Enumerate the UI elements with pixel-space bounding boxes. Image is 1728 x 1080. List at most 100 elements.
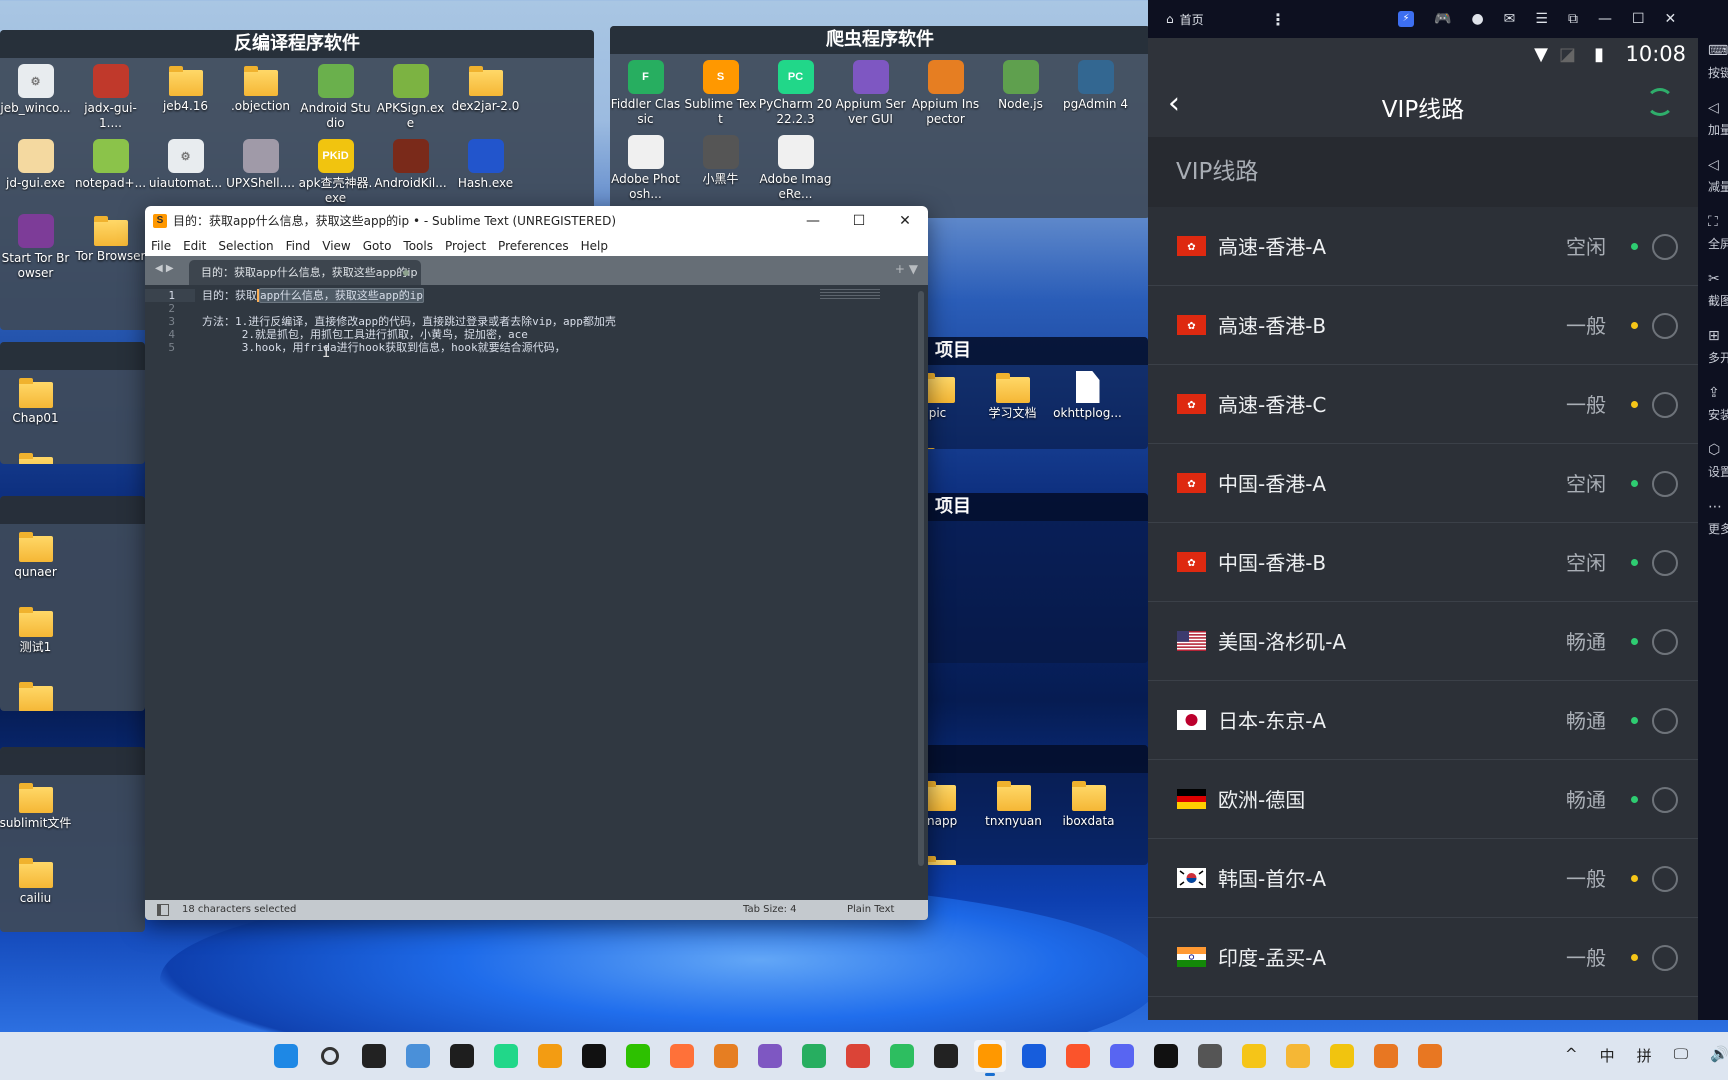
- desktop-icon[interactable]: jadx-gui-1....: [73, 62, 148, 137]
- taskbar-app-yellow[interactable]: [1238, 1040, 1270, 1072]
- taskbar-app-64[interactable]: [1326, 1040, 1358, 1072]
- menu-find[interactable]: Find: [286, 239, 311, 253]
- desktop-icon[interactable]: jd-gui.exe: [0, 137, 73, 212]
- desktop-icon[interactable]: ⚙ uiautomat...: [148, 137, 223, 212]
- code-line[interactable]: 2.就是抓包，用抓包工具进行抓取，小黄鸟，捉加密，ace: [202, 328, 528, 341]
- desktop-icon[interactable]: okhttplog...: [1050, 369, 1125, 444]
- desktop-icon[interactable]: Hash.exe: [448, 137, 523, 212]
- desktop-icon[interactable]: APKSign.exe: [373, 62, 448, 137]
- side-tool-fullscreen[interactable]: ⛶ 全屏: [1698, 209, 1728, 266]
- route-radio[interactable]: [1652, 313, 1678, 339]
- taskbar-flashcard[interactable]: [930, 1040, 962, 1072]
- desktop-icon[interactable]: Adobe Photosh...: [610, 133, 683, 208]
- desktop-icon[interactable]: hoc: [925, 444, 975, 449]
- side-tool-apk-install[interactable]: ⇪ 安装: [1698, 380, 1728, 437]
- code-line[interactable]: 目的：获取 app什么信息，获取这些app的ip: [202, 288, 424, 303]
- desktop-icon[interactable]: dex2jar-2.0: [448, 62, 523, 137]
- route-row[interactable]: ✿ 中国-香港-B 空闲: [1148, 523, 1698, 602]
- desktop-icon[interactable]: iboxdata: [1051, 777, 1126, 852]
- desktop-icon[interactable]: Chap02: [0, 449, 73, 464]
- mail-icon[interactable]: ✉: [1504, 11, 1516, 27]
- taskbar-java-2[interactable]: [1414, 1040, 1446, 1072]
- taskbar-wechat[interactable]: [622, 1040, 654, 1072]
- desktop-icon[interactable]: Appium Server GUI: [833, 58, 908, 133]
- route-radio[interactable]: [1652, 629, 1678, 655]
- restore-window-icon[interactable]: ⧉: [1568, 11, 1578, 27]
- side-tool-more[interactable]: ⋯ 更多: [1698, 494, 1728, 551]
- tray-chevron-icon[interactable]: ^: [1565, 1045, 1578, 1066]
- taskbar-qq[interactable]: [578, 1040, 610, 1072]
- route-row[interactable]: 印度-孟买-A 一般: [1148, 918, 1698, 997]
- desktop-icon[interactable]: sublimit文件: [0, 779, 73, 854]
- taskbar-bitwarden[interactable]: [1018, 1040, 1050, 1072]
- taskbar-search[interactable]: [314, 1040, 346, 1072]
- route-row[interactable]: 欧洲-德国 畅通: [1148, 760, 1698, 839]
- route-radio[interactable]: [1652, 392, 1678, 418]
- route-radio[interactable]: [1652, 234, 1678, 260]
- user-avatar-icon[interactable]: ●: [1471, 11, 1483, 27]
- desktop-icon[interactable]: 童: [925, 852, 976, 865]
- route-row[interactable]: 美国-洛杉矶-A 畅通: [1148, 602, 1698, 681]
- taskbar-control-panel[interactable]: [402, 1040, 434, 1072]
- taskbar-terminal[interactable]: [446, 1040, 478, 1072]
- refresh-icon[interactable]: [1646, 88, 1674, 116]
- route-row[interactable]: ✿ 中国-香港-A 空闲: [1148, 444, 1698, 523]
- taskbar-firefox[interactable]: [666, 1040, 698, 1072]
- code-line[interactable]: 方法：1.进行反编译，直接修改app的代码，直接跳过登录或者去除vip，app都…: [202, 315, 616, 328]
- route-radio[interactable]: [1652, 550, 1678, 576]
- desktop-icon[interactable]: .objection: [223, 62, 298, 137]
- taskbar-java-1[interactable]: [1370, 1040, 1402, 1072]
- desktop-icon[interactable]: ⚙ jeb_winco...: [0, 62, 73, 137]
- desktop-icon[interactable]: Start Tor Browser: [0, 212, 73, 287]
- desktop-icon[interactable]: Android Studio: [298, 62, 373, 137]
- menu-tools[interactable]: Tools: [403, 239, 433, 253]
- route-row[interactable]: ✿ 高速-香港-B 一般: [1148, 286, 1698, 365]
- close-icon[interactable]: ✕: [1665, 11, 1677, 27]
- tab-current-file[interactable]: 目的：获取app什么信息，获取这些app的ip: [189, 260, 421, 285]
- desktop-icon[interactable]: Appium Inspector: [908, 58, 983, 133]
- menu-dots-icon[interactable]: ⋮: [1270, 10, 1286, 29]
- menu-help[interactable]: Help: [581, 239, 608, 253]
- title-bar[interactable]: S 目的：获取app什么信息，获取这些app的ip • - Sublime Te…: [145, 206, 928, 235]
- route-radio[interactable]: [1652, 945, 1678, 971]
- desktop-icon[interactable]: tnxnyuan: [976, 777, 1051, 852]
- desktop-icon[interactable]: Tor Browser: [73, 212, 148, 287]
- taskbar-fire-app[interactable]: [534, 1040, 566, 1072]
- minimap[interactable]: [820, 289, 880, 299]
- desktop-icon[interactable]: pgAdmin 4: [1058, 58, 1133, 133]
- route-row[interactable]: ✿ 高速-香港-A 空闲: [1148, 207, 1698, 286]
- route-row[interactable]: ✿ 高速-香港-C 一般: [1148, 365, 1698, 444]
- desktop-icon[interactable]: Chap01: [0, 374, 73, 449]
- menu-view[interactable]: View: [322, 239, 350, 253]
- editor-area[interactable]: I 1 目的：获取 app什么信息，获取这些app的ip 2 3 方法：1.进行反编译，直…: [145, 285, 928, 900]
- close-button[interactable]: ✕: [882, 213, 928, 229]
- side-tool-volume-down[interactable]: ◁ 减量: [1698, 152, 1728, 209]
- taskbar-discord[interactable]: [1106, 1040, 1138, 1072]
- maximize-button[interactable]: ☐: [836, 213, 882, 229]
- syntax-mode[interactable]: Plain Text: [847, 900, 894, 920]
- desktop-icon[interactable]: UPXShell....: [223, 137, 298, 212]
- taskbar-chrome[interactable]: [842, 1040, 874, 1072]
- desktop-icon[interactable]: Node.js: [983, 58, 1058, 133]
- menu-file[interactable]: File: [151, 239, 171, 253]
- minimize-button[interactable]: —: [790, 213, 836, 229]
- unsaved-dot-icon[interactable]: [403, 270, 409, 276]
- desktop-icon[interactable]: cailiu: [0, 854, 73, 929]
- menu-goto[interactable]: Goto: [363, 239, 392, 253]
- desktop-icon[interactable]: PKiD apk查壳神器.exe: [298, 137, 373, 212]
- minimize-icon[interactable]: —: [1598, 11, 1612, 27]
- side-tool-volume-up[interactable]: ◁ 加量: [1698, 95, 1728, 152]
- home-tab[interactable]: ⌂ 首页: [1166, 11, 1204, 28]
- desktop-icon[interactable]: pic: [925, 369, 975, 444]
- menu-selection[interactable]: Selection: [218, 239, 273, 253]
- menu-preferences[interactable]: Preferences: [498, 239, 569, 253]
- vertical-scrollbar[interactable]: [918, 291, 924, 866]
- new-tab-and-list-icon[interactable]: + ▼: [895, 262, 918, 276]
- desktop-icon[interactable]: PC PyCharm 2022.2.3: [758, 58, 833, 133]
- side-tool-settings[interactable]: ⬡ 设置: [1698, 437, 1728, 494]
- menu-edit[interactable]: Edit: [183, 239, 206, 253]
- network-icon[interactable]: 🖵: [1674, 1045, 1688, 1066]
- route-radio[interactable]: [1652, 866, 1678, 892]
- route-radio[interactable]: [1652, 787, 1678, 813]
- side-tool-keyboard[interactable]: ⌨ 按键: [1698, 38, 1728, 95]
